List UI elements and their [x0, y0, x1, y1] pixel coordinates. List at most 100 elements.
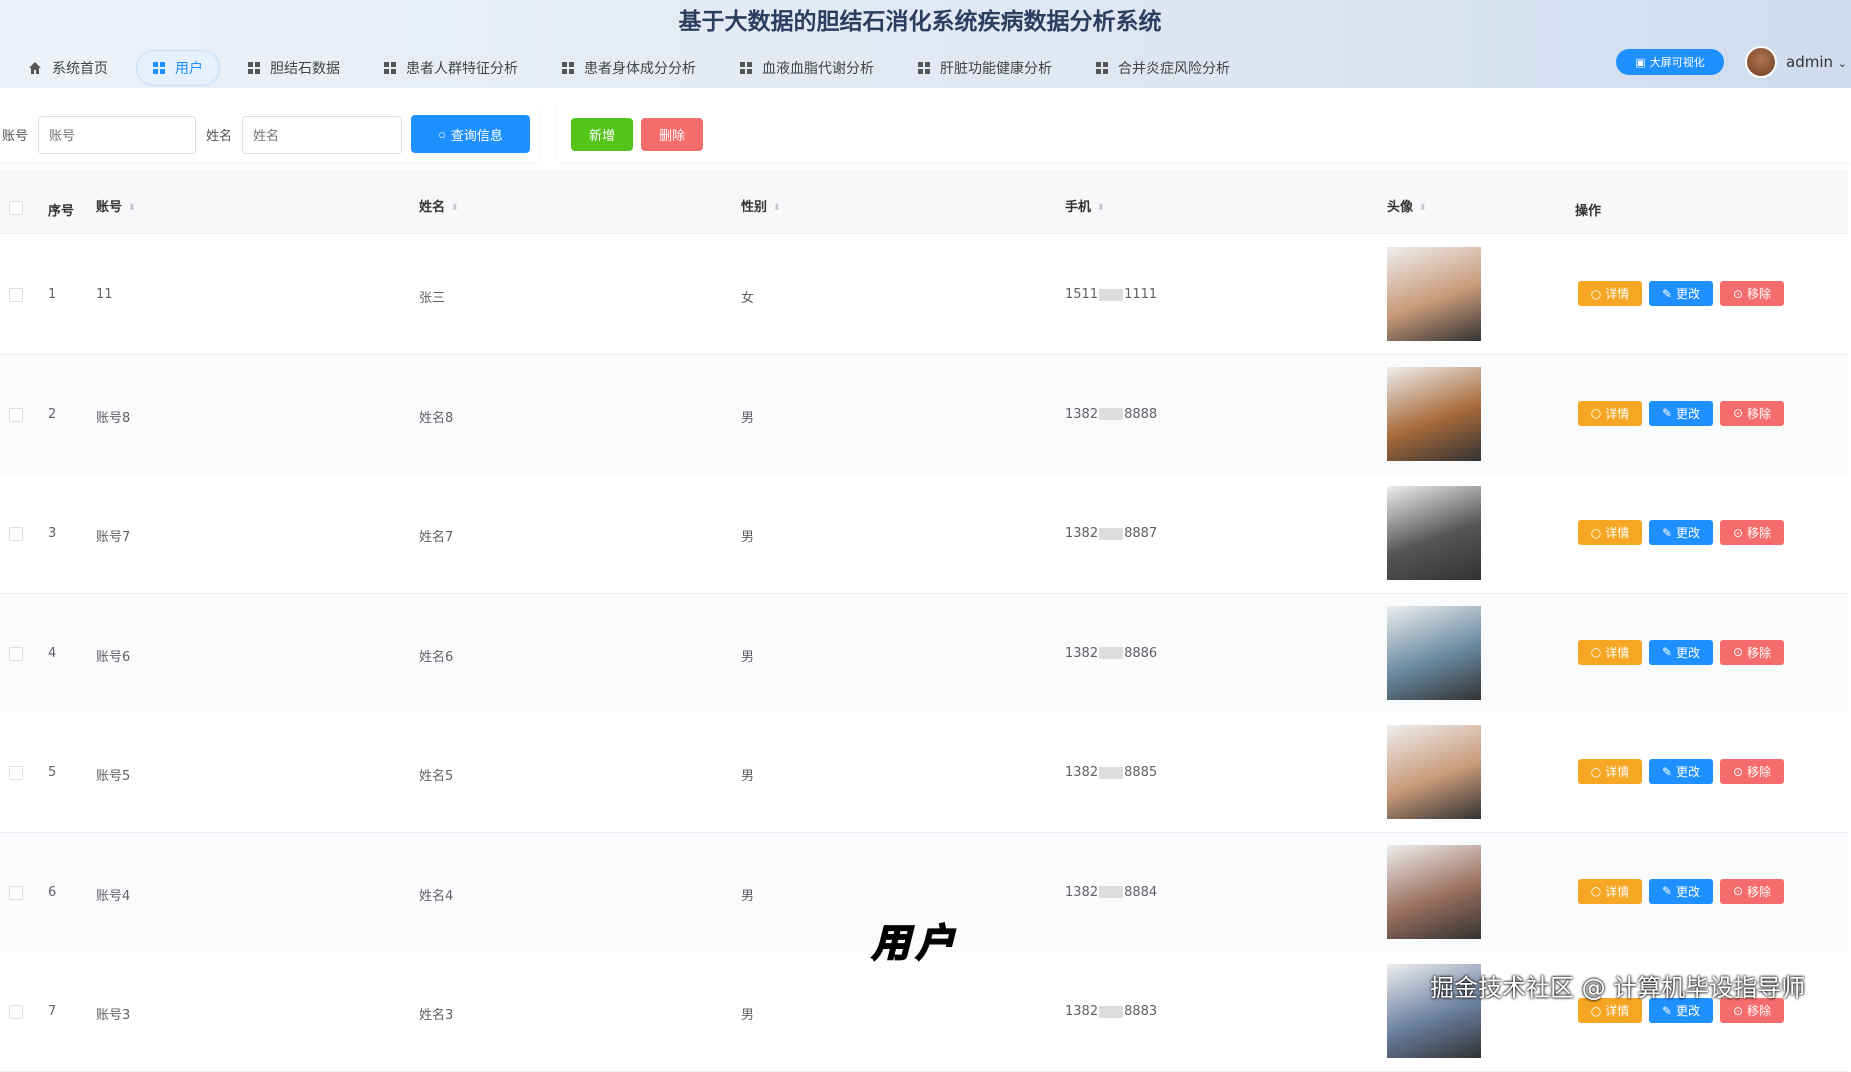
name-input[interactable]	[242, 116, 402, 154]
sort-icon: ⬍	[128, 203, 136, 213]
nav-item-4[interactable]: 患者身体成分分析	[546, 50, 712, 86]
close-circle-icon: ⊙	[1733, 765, 1743, 779]
nav-item-7[interactable]: 合并炎症风险分析	[1080, 50, 1246, 86]
account-input[interactable]	[38, 116, 196, 154]
detail-button[interactable]: ○详情	[1578, 401, 1642, 426]
row-no: 1	[48, 287, 56, 302]
name-label: 姓名	[206, 125, 232, 144]
remove-button[interactable]: ⊙移除	[1720, 640, 1784, 665]
home-icon	[28, 61, 42, 75]
remove-button[interactable]: ⊙移除	[1720, 759, 1784, 784]
row-no: 6	[48, 885, 56, 900]
row-name: 姓名5	[419, 765, 453, 784]
nav-item-5[interactable]: 血液血脂代谢分析	[724, 50, 890, 86]
sort-icon: ⬍	[773, 203, 781, 213]
col-phone[interactable]: 手机⬍	[1065, 196, 1105, 215]
detail-button[interactable]: ○详情	[1578, 520, 1642, 545]
nav-item-6[interactable]: 肝脏功能健康分析	[902, 50, 1068, 86]
sort-icon: ⬍	[1419, 203, 1427, 213]
nav-item-3[interactable]: 患者人群特征分析	[368, 50, 534, 86]
avatar-image[interactable]	[1387, 486, 1481, 580]
remove-button[interactable]: ⊙移除	[1720, 879, 1784, 904]
nav-item-0[interactable]: 系统首页	[12, 50, 124, 86]
remove-button[interactable]: ⊙移除	[1720, 520, 1784, 545]
close-circle-icon: ⊙	[1733, 526, 1743, 540]
row-gender: 男	[741, 526, 754, 545]
grid-icon	[562, 62, 574, 74]
nav-item-2[interactable]: 胆结石数据	[232, 50, 356, 86]
row-gender: 男	[741, 1004, 754, 1023]
remove-button[interactable]: ⊙移除	[1720, 281, 1784, 306]
avatar-image[interactable]	[1387, 845, 1481, 939]
detail-button[interactable]: ○详情	[1578, 759, 1642, 784]
grid-icon	[384, 62, 396, 74]
row-checkbox[interactable]	[9, 766, 23, 780]
row-no: 7	[48, 1004, 56, 1019]
query-button[interactable]: ○查询信息	[411, 115, 530, 153]
close-circle-icon: ⊙	[1733, 645, 1743, 659]
avatar-image[interactable]	[1387, 247, 1481, 341]
row-account: 账号3	[96, 1004, 130, 1023]
chevron-down-icon: ⌄	[1838, 57, 1847, 70]
row-gender: 女	[741, 287, 754, 306]
row-checkbox[interactable]	[9, 886, 23, 900]
col-gender[interactable]: 性别⬍	[741, 196, 781, 215]
avatar-image[interactable]	[1387, 606, 1481, 700]
video-subtitle: 用户	[872, 912, 960, 967]
grid-icon	[248, 62, 260, 74]
row-checkbox[interactable]	[9, 288, 23, 302]
detail-button[interactable]: ○详情	[1578, 640, 1642, 665]
row-name: 姓名6	[419, 646, 453, 665]
table-row: 1 11 张三 女 15111111 ○详情 ✎更改 ⊙移除	[0, 235, 1848, 355]
row-account: 账号4	[96, 885, 130, 904]
col-avatar[interactable]: 头像⬍	[1387, 196, 1427, 215]
action-panel	[558, 104, 1851, 162]
edit-button[interactable]: ✎更改	[1649, 879, 1713, 904]
user-avatar[interactable]	[1745, 46, 1777, 78]
search-icon: ○	[1591, 406, 1601, 420]
search-icon: ○	[438, 127, 446, 142]
row-no: 4	[48, 646, 56, 661]
add-button[interactable]: 新增	[571, 118, 633, 151]
account-label: 账号	[2, 125, 28, 144]
row-gender: 男	[741, 646, 754, 665]
row-gender: 男	[741, 765, 754, 784]
col-name[interactable]: 姓名⬍	[419, 196, 459, 215]
row-account: 账号8	[96, 407, 130, 426]
edit-button[interactable]: ✎更改	[1649, 281, 1713, 306]
row-checkbox[interactable]	[9, 408, 23, 422]
nav-item-1[interactable]: 用户	[136, 50, 220, 86]
row-phone: 15111111	[1065, 287, 1157, 302]
edit-button[interactable]: ✎更改	[1649, 759, 1713, 784]
pencil-icon: ✎	[1662, 645, 1672, 659]
close-circle-icon: ⊙	[1733, 1004, 1743, 1018]
row-checkbox[interactable]	[9, 647, 23, 661]
select-all-checkbox[interactable]	[9, 201, 23, 215]
header: 基于大数据的胆结石消化系统疾病数据分析系统 系统首页用户胆结石数据患者人群特征分…	[0, 0, 1851, 88]
bigscreen-button[interactable]: ▣大屏可视化	[1616, 49, 1724, 75]
watermark: 掘金技术社区 @ 计算机毕设指导师	[1430, 968, 1805, 1003]
avatar-image[interactable]	[1387, 367, 1481, 461]
row-checkbox[interactable]	[9, 527, 23, 541]
detail-button[interactable]: ○详情	[1578, 281, 1642, 306]
pencil-icon: ✎	[1662, 1004, 1672, 1018]
remove-button[interactable]: ⊙移除	[1720, 401, 1784, 426]
row-name: 姓名8	[419, 407, 453, 426]
row-account: 账号7	[96, 526, 130, 545]
edit-button[interactable]: ✎更改	[1649, 401, 1713, 426]
delete-button[interactable]: 删除	[641, 118, 703, 151]
edit-button[interactable]: ✎更改	[1649, 640, 1713, 665]
row-checkbox[interactable]	[9, 1005, 23, 1019]
row-name: 姓名4	[419, 885, 453, 904]
col-account[interactable]: 账号⬍	[96, 196, 136, 215]
grid-icon	[918, 62, 930, 74]
user-menu[interactable]: admin ⌄	[1786, 53, 1847, 71]
pencil-icon: ✎	[1662, 884, 1672, 898]
col-no: 序号	[48, 200, 74, 219]
detail-button[interactable]: ○详情	[1578, 879, 1642, 904]
edit-button[interactable]: ✎更改	[1649, 520, 1713, 545]
row-gender: 男	[741, 407, 754, 426]
search-icon: ○	[1591, 645, 1601, 659]
row-no: 2	[48, 407, 56, 422]
avatar-image[interactable]	[1387, 725, 1481, 819]
